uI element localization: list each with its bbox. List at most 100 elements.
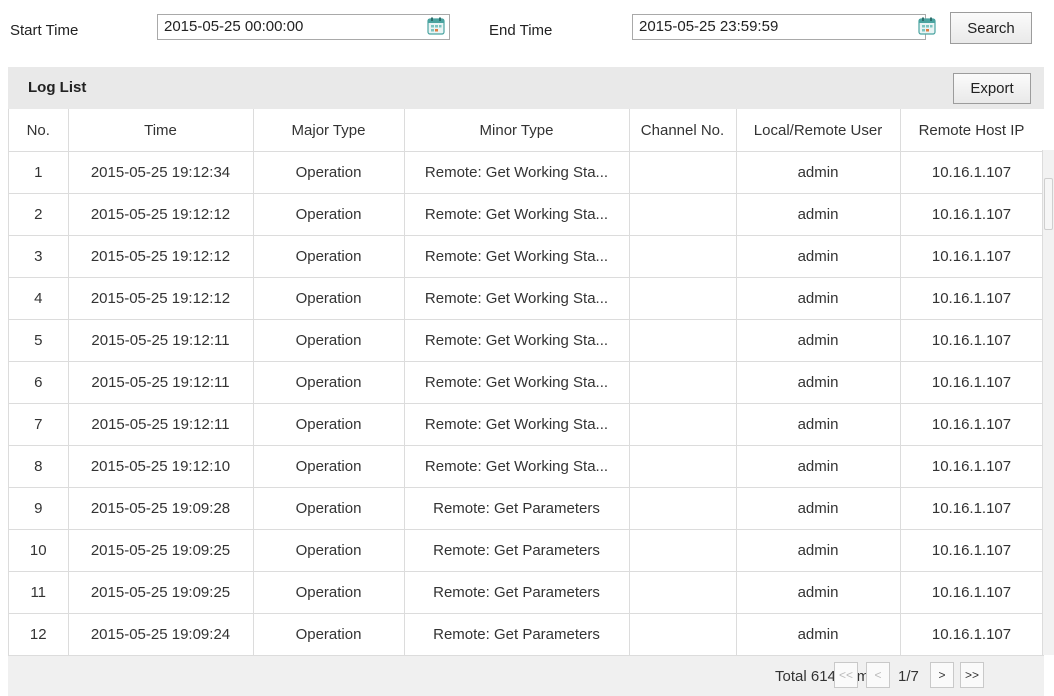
cell-time: 2015-05-25 19:09:25 [68, 571, 254, 614]
cell-user: admin [736, 235, 901, 278]
table-row[interactable]: 11 2015-05-25 19:09:25 Operation Remote: Ge… [9, 571, 1043, 614]
cell-time: 2015-05-25 19:12:11 [68, 361, 254, 404]
cell-no: 9 [9, 487, 69, 530]
total-items-text: Total 614 Items [775, 668, 877, 685]
cell-time: 2015-05-25 19:12:11 [68, 403, 254, 446]
table-row[interactable]: 7 2015-05-25 19:12:11 Operation Remote: Get… [9, 403, 1043, 446]
cell-minor: Remote: Get Working Sta... [404, 151, 630, 194]
cell-minor: Remote: Get Working Sta... [404, 277, 630, 320]
cell-no: 3 [9, 235, 69, 278]
cell-no: 2 [9, 193, 69, 236]
cell-major: Operation [253, 571, 405, 614]
col-minor-type[interactable]: Minor Type [404, 109, 630, 152]
cell-minor: Remote: Get Working Sta... [404, 319, 630, 362]
cell-minor: Remote: Get Working Sta... [404, 445, 630, 488]
cell-time: 2015-05-25 19:12:11 [68, 319, 254, 362]
cell-channel [629, 403, 737, 446]
cell-no: 12 [9, 613, 69, 655]
cell-major: Operation [253, 151, 405, 194]
table-row[interactable]: 6 2015-05-25 19:12:11 Operation Remote: Get… [9, 361, 1043, 404]
cell-minor: Remote: Get Parameters [404, 487, 630, 530]
cell-no: 10 [9, 529, 69, 572]
table-row[interactable]: 9 2015-05-25 19:09:28 Operation Remote: Get… [9, 487, 1043, 530]
cell-minor: Remote: Get Working Sta... [404, 193, 630, 236]
col-user[interactable]: Local/Remote User [736, 109, 901, 152]
cell-channel [629, 529, 737, 572]
cell-ip: 10.16.1.107 [900, 319, 1043, 362]
page-indicator: 1/7 [898, 668, 919, 685]
cell-ip: 10.16.1.107 [900, 529, 1043, 572]
table-row[interactable]: 1 2015-05-25 19:12:34 Operation Remote: Get… [9, 151, 1043, 194]
cell-minor: Remote: Get Working Sta... [404, 361, 630, 404]
table-header-row: No. Time Major Type Minor Type Channel N… [9, 109, 1043, 152]
cell-channel [629, 613, 737, 655]
table-row[interactable]: 3 2015-05-25 19:12:12 Operation Remote: Get… [9, 235, 1043, 278]
cell-time: 2015-05-25 19:09:28 [68, 487, 254, 530]
cell-ip: 10.16.1.107 [900, 361, 1043, 404]
cell-time: 2015-05-25 19:12:12 [68, 193, 254, 236]
cell-no: 11 [9, 571, 69, 614]
cell-minor: Remote: Get Parameters [404, 613, 630, 655]
cell-time: 2015-05-25 19:09:24 [68, 613, 254, 655]
cell-no: 1 [9, 151, 69, 194]
log-table: No. Time Major Type Minor Type Channel N… [8, 109, 1043, 655]
cell-user: admin [736, 445, 901, 488]
cell-ip: 10.16.1.107 [900, 487, 1043, 530]
col-no[interactable]: No. [9, 109, 69, 152]
cell-minor: Remote: Get Parameters [404, 571, 630, 614]
scrollbar-thumb[interactable] [1044, 178, 1053, 230]
start-time-input[interactable]: 2015-05-25 00:00:00 [157, 14, 450, 40]
cell-user: admin [736, 571, 901, 614]
cell-user: admin [736, 529, 901, 572]
cell-channel [629, 445, 737, 488]
cell-time: 2015-05-25 19:09:25 [68, 529, 254, 572]
cell-ip: 10.16.1.107 [900, 277, 1043, 320]
search-button[interactable]: Search [950, 12, 1032, 44]
cell-major: Operation [253, 235, 405, 278]
cell-channel [629, 193, 737, 236]
cell-user: admin [736, 277, 901, 320]
cell-user: admin [736, 613, 901, 655]
log-list-header [8, 67, 1044, 109]
first-page-button[interactable]: << [834, 662, 858, 688]
cell-ip: 10.16.1.107 [900, 445, 1043, 488]
end-calendar-icon[interactable] [918, 17, 936, 35]
cell-major: Operation [253, 613, 405, 655]
prev-page-button[interactable]: < [866, 662, 890, 688]
table-row[interactable]: 12 2015-05-25 19:09:24 Operation Remote: Ge… [9, 613, 1043, 655]
cell-no: 8 [9, 445, 69, 488]
table-row[interactable]: 2 2015-05-25 19:12:12 Operation Remote: Get… [9, 193, 1043, 236]
next-page-button[interactable]: > [930, 662, 954, 688]
cell-major: Operation [253, 319, 405, 362]
cell-ip: 10.16.1.107 [900, 403, 1043, 446]
end-time-label: End Time [489, 22, 553, 39]
cell-user: admin [736, 361, 901, 404]
cell-ip: 10.16.1.107 [900, 613, 1043, 655]
col-major-type[interactable]: Major Type [253, 109, 405, 152]
table-row[interactable]: 8 2015-05-25 19:12:10 Operation Remote: Get… [9, 445, 1043, 488]
export-button[interactable]: Export [953, 73, 1031, 104]
start-calendar-icon[interactable] [427, 17, 445, 35]
cell-time: 2015-05-25 19:12:12 [68, 235, 254, 278]
end-time-input[interactable]: 2015-05-25 23:59:59 [632, 14, 926, 40]
cell-channel [629, 571, 737, 614]
cell-ip: 10.16.1.107 [900, 193, 1043, 236]
col-remote-ip[interactable]: Remote Host IP [900, 109, 1043, 152]
cell-major: Operation [253, 277, 405, 320]
cell-major: Operation [253, 361, 405, 404]
table-row[interactable]: 4 2015-05-25 19:12:12 Operation Remote: Get… [9, 277, 1043, 320]
cell-major: Operation [253, 445, 405, 488]
cell-no: 7 [9, 403, 69, 446]
cell-major: Operation [253, 193, 405, 236]
cell-user: admin [736, 319, 901, 362]
cell-minor: Remote: Get Parameters [404, 529, 630, 572]
cell-major: Operation [253, 529, 405, 572]
col-time[interactable]: Time [68, 109, 254, 152]
cell-no: 5 [9, 319, 69, 362]
table-row[interactable]: 5 2015-05-25 19:12:11 Operation Remote: Get… [9, 319, 1043, 362]
table-row[interactable]: 10 2015-05-25 19:09:25 Operation Remote: Ge… [9, 529, 1043, 572]
last-page-button[interactable]: >> [960, 662, 984, 688]
col-channel-no[interactable]: Channel No. [629, 109, 737, 152]
cell-channel [629, 277, 737, 320]
start-time-label: Start Time [10, 22, 79, 39]
